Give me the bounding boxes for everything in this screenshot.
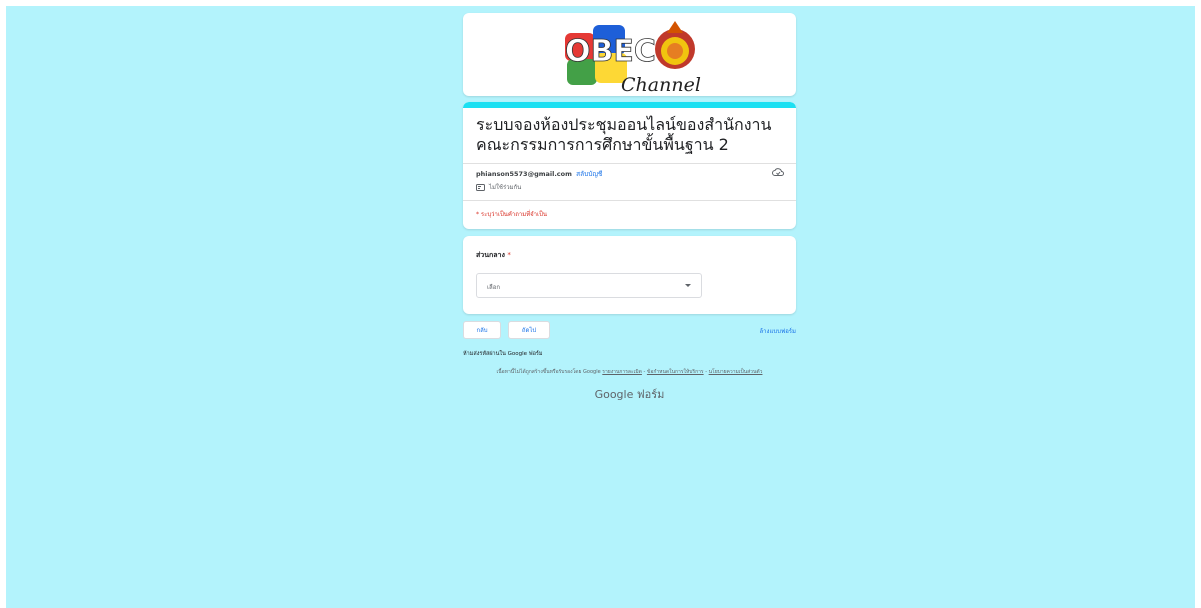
not-shared-icon — [476, 183, 485, 191]
logo-text-sub: Channel — [621, 74, 701, 93]
form-column: OBEC Channel ระบบจองห้องประชุมออนไลน์ของ… — [463, 6, 796, 608]
google-brand: Google — [594, 388, 634, 401]
logo-graphic: OBEC Channel — [565, 21, 701, 96]
form-title: ระบบจองห้องประชุมออนไลน์ของสำนักงานคณะกร… — [476, 115, 772, 154]
notice-text: เนื้อหานี้ไม่ได้ถูกสร้างขึ้นหรือรับรองโด… — [496, 369, 601, 375]
footer-notice: เนื้อหานี้ไม่ได้ถูกสร้างขึ้นหรือรับรองโด… — [463, 368, 796, 376]
form-title-card: ระบบจองห้องประชุมออนไลน์ของสำนักงานคณะกร… — [463, 102, 796, 229]
obec-channel-logo: OBEC Channel — [559, 15, 704, 96]
dropdown-value: เลือก — [487, 284, 500, 291]
chevron-down-icon — [685, 284, 691, 287]
choice-dropdown[interactable]: เลือก — [476, 273, 702, 298]
header-banner: OBEC Channel — [463, 13, 796, 96]
switch-account-link[interactable]: สลับบัญชี — [576, 170, 602, 178]
google-forms-logo[interactable]: Google ฟอร์ม — [463, 385, 796, 403]
back-button[interactable]: กลับ — [463, 321, 501, 339]
cloud-save-icon — [772, 168, 784, 176]
password-warning: ห้ามส่งรหัสผ่านใน Google ฟอร์ม — [463, 351, 543, 357]
account-email: phianson5573@gmail.com — [476, 170, 572, 178]
account-row: phianson5573@gmail.com สลับบัญชี — [476, 169, 602, 179]
not-shared-text: ไม่ใช้ร่วมกัน — [489, 184, 522, 191]
clear-form-link[interactable]: ล้างแบบฟอร์ม — [760, 326, 797, 336]
page-background: OBEC Channel ระบบจองห้องประชุมออนไลน์ของ… — [6, 6, 1195, 608]
required-star: * — [507, 251, 511, 259]
question-label: ส่วนกลาง * — [476, 250, 511, 261]
privacy-link[interactable]: นโยบายความเป็นส่วนตัว — [709, 369, 763, 375]
required-note: * ระบุว่าเป็นคำถามที่จำเป็น — [476, 211, 548, 218]
divider — [463, 200, 796, 201]
next-button[interactable]: ถัดไป — [508, 321, 550, 339]
forms-brand: ฟอร์ม — [636, 388, 665, 401]
accent-bar — [463, 102, 796, 108]
divider — [463, 163, 796, 164]
question-card: ส่วนกลาง * เลือก — [463, 236, 796, 314]
not-shared-row: ไม่ใช้ร่วมกัน — [476, 182, 521, 192]
report-abuse-link[interactable]: รายงานการละเมิด — [602, 369, 642, 375]
question-text: ส่วนกลาง — [476, 251, 505, 259]
logo-text-main: OBEC — [565, 34, 656, 69]
terms-link[interactable]: ข้อกำหนดในการให้บริการ — [647, 369, 704, 375]
